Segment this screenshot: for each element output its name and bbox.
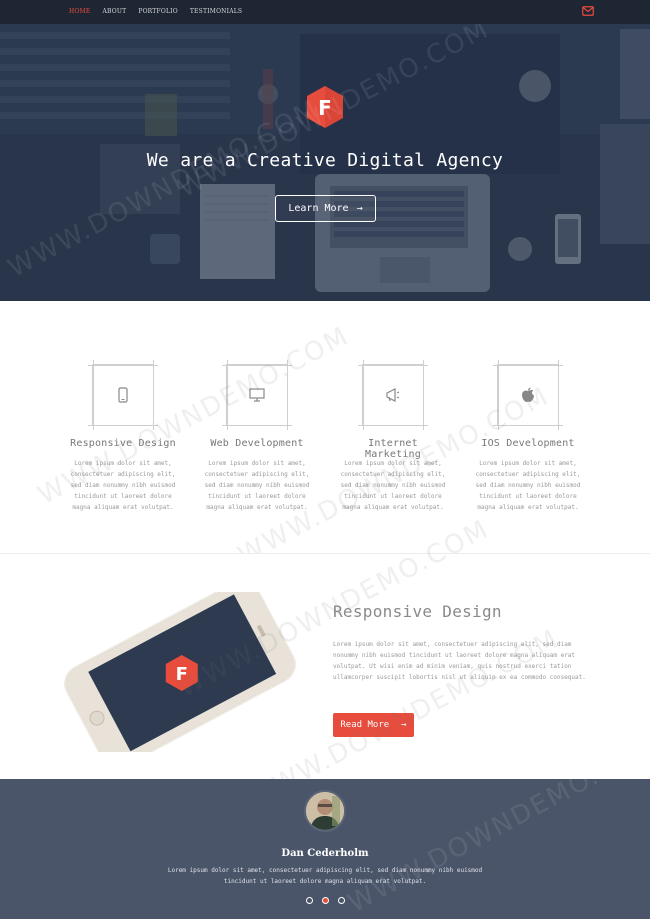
service-description: Lorem ipsum dolor sit amet, consectetuer… — [204, 460, 310, 511]
testimonial-section: Dan Cederholm Lorem ipsum dolor sit amet… — [0, 729, 650, 919]
read-more-button[interactable]: Read More → — [333, 713, 414, 737]
avatar — [304, 790, 346, 832]
mobile-phone-icon — [118, 387, 128, 403]
arrow-right-icon: → — [356, 203, 363, 214]
service-icon-frame — [358, 360, 428, 430]
person-photo — [306, 792, 344, 830]
carousel-dot[interactable] — [337, 897, 345, 904]
brand-logo: F — [307, 86, 343, 128]
testimonial-author: Dan Cederholm — [281, 848, 369, 859]
service-icon-frame — [88, 360, 158, 430]
testimonial-quote: Lorem ipsum dolor sit amet, consectetuer… — [167, 867, 483, 885]
feature-section: F Responsive Design Lorem ipsum dolor si… — [0, 514, 650, 814]
service-icon-frame — [493, 360, 563, 430]
brand-logo-letter: F — [318, 96, 332, 120]
carousel-dot-active[interactable] — [321, 897, 329, 904]
service-description: Lorem ipsum dolor sit amet, consectetuer… — [70, 460, 176, 511]
monitor-icon — [249, 388, 265, 402]
service-title: Internet Marketing — [365, 438, 421, 460]
services-section: Responsive Design Lorem ipsum dolor sit … — [0, 301, 650, 571]
feature-description: Lorem ipsum dolor sit amet, consectetuer… — [333, 641, 586, 681]
hero-section: F We are a Creative Digital Agency Learn… — [0, 24, 650, 301]
read-more-label: Read More — [340, 720, 390, 730]
mail-icon[interactable] — [582, 6, 594, 16]
service-description: Lorem ipsum dolor sit amet, consectetuer… — [475, 460, 581, 511]
service-title: Responsive Design — [70, 438, 176, 449]
apple-icon — [522, 387, 534, 402]
service-description: Lorem ipsum dolor sit amet, consectetuer… — [340, 460, 446, 511]
arrow-right-icon: → — [401, 720, 407, 730]
nav-links: HOME ABOUT PORTFOLIO TESTIMONIALS — [69, 8, 242, 15]
feature-title: Responsive Design — [333, 602, 502, 621]
service-title: IOS Development — [481, 438, 575, 449]
learn-more-label: Learn More — [288, 203, 349, 214]
nav-link-testimonials[interactable]: TESTIMONIALS — [190, 8, 242, 15]
service-icon-frame — [222, 360, 292, 430]
nav-link-portfolio[interactable]: PORTFOLIO — [138, 8, 178, 15]
nav-link-home[interactable]: HOME — [69, 8, 90, 15]
service-title: Web Development — [210, 438, 304, 449]
phone-logo-letter: F — [176, 664, 188, 685]
carousel-dot[interactable] — [305, 897, 313, 904]
megaphone-icon — [386, 388, 400, 402]
carousel-pagination — [0, 897, 650, 904]
learn-more-button[interactable]: Learn More → — [275, 195, 376, 222]
iphone-mockup-image: F — [64, 592, 296, 752]
nav-link-about[interactable]: ABOUT — [102, 8, 126, 15]
top-navbar: HOME ABOUT PORTFOLIO TESTIMONIALS — [0, 0, 650, 24]
hero-title: We are a Creative Digital Agency — [146, 150, 504, 171]
